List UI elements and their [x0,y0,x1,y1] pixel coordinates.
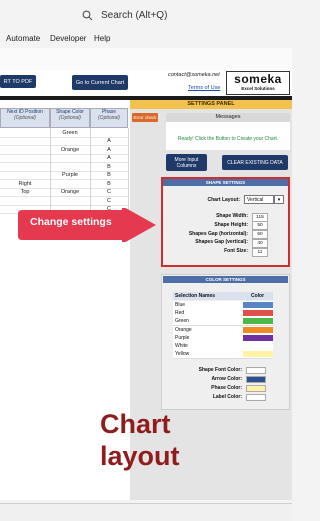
font-color-label: Shape Font Color: [198,367,242,373]
more-input-columns-button[interactable]: More Input Columns [166,154,207,171]
color-swatch[interactable] [243,310,273,317]
shape-field-label: Shapes Gap (horizontal): [188,230,248,237]
color-settings-title: COLOR SETTINGS [163,276,288,283]
color-name: White [175,343,188,349]
table-cell[interactable]: Right [0,181,50,187]
table-cell[interactable]: B [90,181,128,187]
chart-layout-label: Chart Layout: [207,197,241,203]
color-table-header: Selection Names Color [173,292,273,300]
table-cell[interactable]: A [90,138,128,144]
color-swatch[interactable] [243,343,273,349]
shape-field-input[interactable]: 115 [252,212,268,222]
color-swatch[interactable] [243,351,273,358]
table-cell[interactable]: Top [0,189,50,195]
table-cell[interactable]: A [90,155,128,161]
clear-existing-data-button[interactable]: CLEAR EXISTING DATA [222,155,288,170]
col-header-next-id: Next ID Position (Optional) [0,108,50,128]
shape-settings-title: SHAPE SETTINGS [163,179,288,186]
font-color-swatch[interactable] [246,393,266,401]
someka-logo: someka Excel Solutions [226,71,290,95]
settings-panel-title: SETTINGS PANEL [130,100,292,109]
ribbon-tabs: Automate Developer Help [0,30,292,48]
tab-help[interactable]: Help [94,34,110,43]
contact-email[interactable]: contact@someka.net [168,72,220,78]
color-swatch[interactable] [243,326,273,333]
color-name: Purple [175,334,190,341]
col-header-phase: Phase (Optional) [90,108,128,128]
col-header-shape-color: Shape Color (Optional) [50,108,90,128]
ready-message: Ready! Click the Button to Create your C… [177,136,279,142]
shape-field-input[interactable]: 40 [252,238,268,248]
ribbon-toolbar [0,48,292,71]
color-swatch[interactable] [243,334,273,341]
table-cell[interactable]: Purple [50,172,90,178]
horizontal-scrollbar[interactable] [0,503,292,521]
shape-field-input[interactable]: 50 [252,230,268,240]
search-box[interactable]: Search (Alt+Q) [82,6,292,24]
chart-layout-select[interactable]: Vertical [244,195,274,204]
table-cell[interactable]: B [90,164,128,170]
table-cell[interactable]: B [90,172,128,178]
color-name: Green [175,318,189,325]
error-check-button[interactable]: Error check [132,113,158,122]
table-cell[interactable]: C [90,198,128,204]
tab-developer[interactable]: Developer [50,34,86,43]
search-icon [82,10,93,20]
terms-link[interactable]: Terms of Use [188,85,220,91]
callout-text: Change settings [30,216,112,228]
font-color-label: Phase Color: [211,385,242,391]
font-color-label: Label Color: [212,394,242,400]
table-cell[interactable]: Orange [50,147,90,153]
shape-field-label: Shapes Gap (vertical): [195,239,248,246]
export-pdf-button[interactable]: RT TO PDF [0,75,36,88]
shape-field-label: Shape Width: [216,213,248,219]
shape-field-input[interactable]: 50 [252,221,268,231]
shape-field-input[interactable]: 11 [252,247,268,257]
color-row[interactable]: Yellow [173,350,273,360]
font-color-label: Arrow Color: [211,376,242,382]
color-name: Red [175,310,185,317]
table-cell[interactable]: Orange [50,189,90,195]
color-swatch[interactable] [243,318,273,325]
color-name: Yellow [175,351,190,358]
goto-chart-button[interactable]: Go to Current Chart [72,75,128,90]
table-cell[interactable]: A [90,147,128,153]
shape-field-label: Font Size: [224,248,248,255]
shape-field-label: Shape Height: [214,221,248,228]
font-color-swatch[interactable] [246,375,266,383]
color-name: Orange [175,326,192,333]
table-cell[interactable]: Green [50,130,90,136]
search-placeholder: Search (Alt+Q) [101,9,168,21]
font-color-swatch[interactable] [246,366,266,374]
table-cell[interactable]: C [90,189,128,195]
font-color-swatch[interactable] [246,384,266,392]
color-swatch[interactable] [243,302,273,308]
tab-automate[interactable]: Automate [6,34,40,43]
color-name: Blue [175,302,186,308]
chevron-down-icon[interactable]: ▾ [274,195,284,204]
messages-header: Messages [166,113,290,122]
overlay-caption: Chart layout [100,409,180,471]
